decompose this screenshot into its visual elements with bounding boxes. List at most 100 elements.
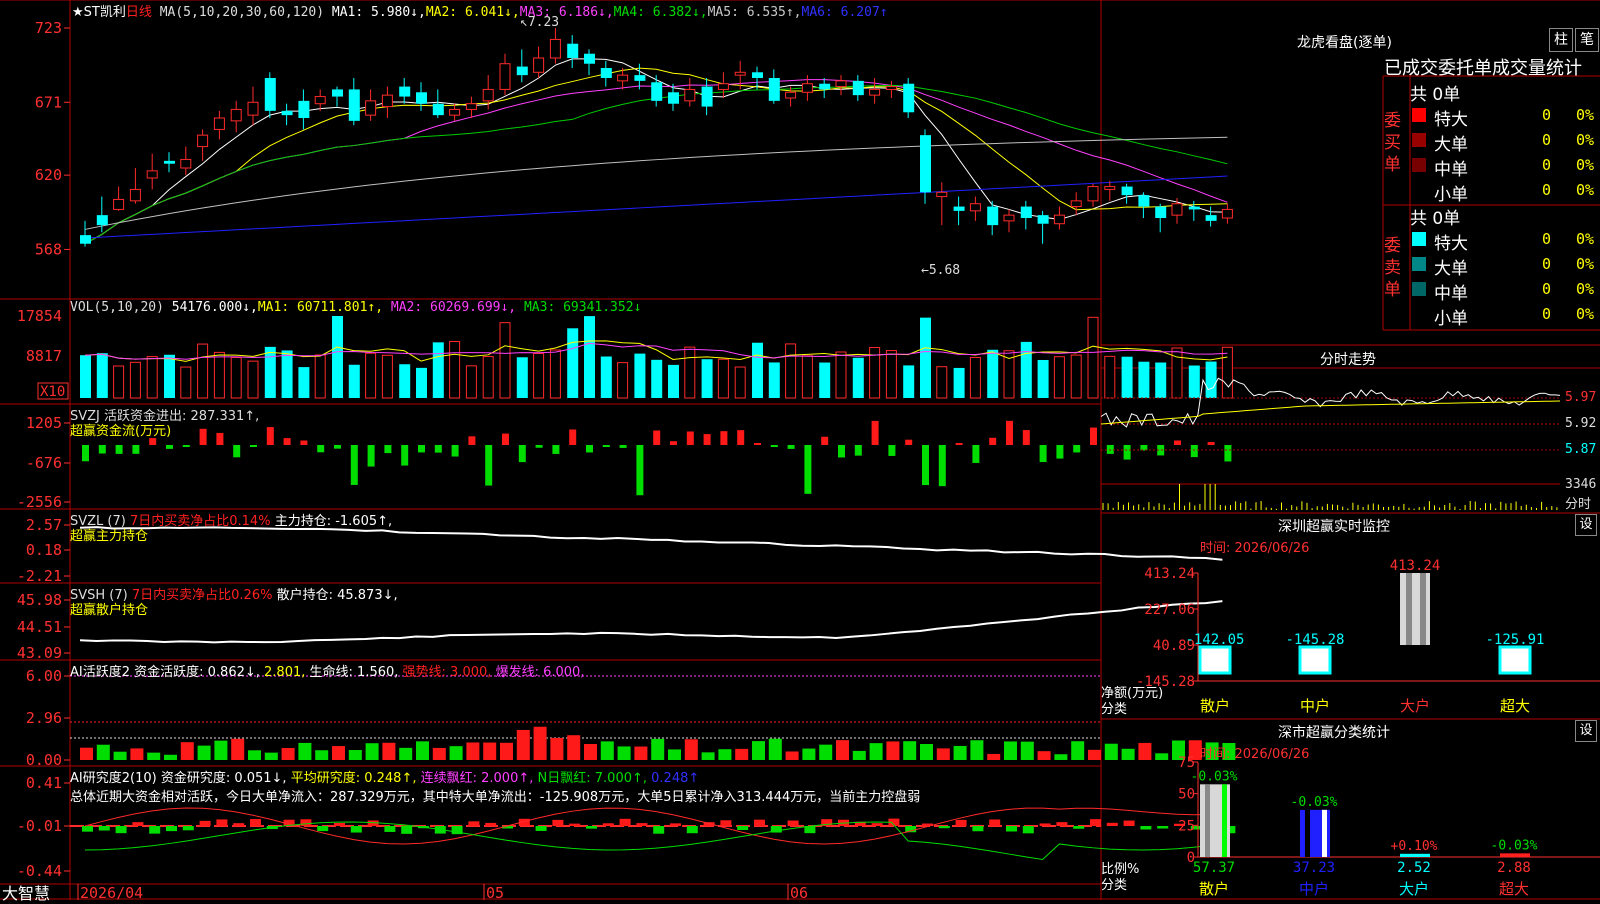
candle-body <box>584 53 595 64</box>
flow-bar <box>838 445 845 458</box>
sz-rt-settings-button[interactable]: 设 <box>1575 514 1597 536</box>
kline-chart-area[interactable]: 723671620568↖7.23←5.68178548817X101205-6… <box>0 0 1600 900</box>
candle-body <box>213 117 225 130</box>
volume-bar <box>717 358 729 399</box>
sz-cls-category-label: 大户 <box>1399 880 1429 898</box>
flow-bar <box>922 445 929 486</box>
ai2-bar <box>670 823 681 826</box>
sz-cls-settings-button[interactable]: 设 <box>1575 720 1597 742</box>
sz-cls-change-label: -0.03% <box>1191 769 1238 784</box>
intraday-vol-tick: 3346 <box>1565 477 1597 492</box>
sz-cls-bar-shade <box>1305 809 1310 857</box>
sell-row-volume: 0 <box>1542 255 1552 273</box>
ai1-bar <box>1155 753 1169 760</box>
candle-body <box>1205 215 1217 221</box>
period-label[interactable]: 日线 <box>126 5 152 20</box>
ai2-bar <box>686 826 698 834</box>
volume-bar <box>634 353 646 398</box>
tab-pen-button[interactable]: 笔 <box>1575 28 1599 52</box>
tab-bar-button[interactable]: 柱 <box>1549 28 1573 52</box>
ai1-bar <box>987 753 1001 760</box>
candle-body <box>516 66 528 76</box>
volume-bar <box>920 317 931 398</box>
ai2-y-tick: 0.41 <box>26 774 62 792</box>
ai2-bar <box>1090 819 1101 826</box>
candle-body <box>180 158 192 169</box>
ai1-bar <box>197 745 211 760</box>
volume-bar <box>584 316 595 398</box>
flow-bar <box>350 445 358 485</box>
sz-rt-bar-shade <box>1406 573 1412 646</box>
ai1-bar <box>1088 749 1101 760</box>
ai2-bar <box>485 822 497 826</box>
flow-bar <box>569 429 577 445</box>
ai2-bar <box>182 826 194 831</box>
ai1-bar <box>903 741 917 760</box>
ma6-value: MA6: 6.207↑ <box>801 5 888 20</box>
sz-cls-bar <box>1500 853 1530 857</box>
volume-bar <box>197 343 209 399</box>
candle-body <box>969 203 981 212</box>
sell-row-name: 大单 <box>1434 259 1468 279</box>
sell-group-label: 委卖单 <box>1384 236 1401 300</box>
svzl-y-tick: 2.57 <box>26 516 62 534</box>
sz-rt-category-label: 大户 <box>1400 697 1430 715</box>
ai1-bar <box>886 741 900 760</box>
volume-bar <box>936 366 948 399</box>
buy-row-percent: 0% <box>1576 181 1595 199</box>
candle-body <box>365 100 377 116</box>
volume-bar <box>953 367 965 398</box>
flow-bar <box>552 445 560 454</box>
volume-bar <box>96 353 108 398</box>
sz-cls-category-label: 散户 <box>1199 880 1229 898</box>
candle-body <box>903 83 915 113</box>
ai1-burst: 爆发线: 6.000, <box>495 665 585 680</box>
sz-cls-value-label: 2.52 <box>1397 860 1431 876</box>
flow-bar <box>770 445 778 447</box>
ai2-bar <box>754 819 765 826</box>
flow-bar <box>670 441 677 445</box>
sell-row-volume: 0 <box>1542 280 1552 298</box>
candle-body <box>1188 206 1200 210</box>
ai1-bar <box>365 743 379 760</box>
sz-rt-value-label: -125.91 <box>1485 632 1544 648</box>
candle-body <box>734 71 746 76</box>
candle-body <box>482 88 494 102</box>
sz-cls-bar <box>1400 853 1430 857</box>
sz-rt-category-label: 中户 <box>1300 697 1330 715</box>
candle-body <box>432 103 444 116</box>
ai1-bar <box>164 754 177 760</box>
candle-body <box>416 92 427 104</box>
flow-bar <box>1090 427 1097 445</box>
ai1-bar <box>970 740 984 760</box>
candle-body <box>96 215 108 226</box>
ai1-bar <box>567 735 581 760</box>
ai2-bar <box>132 822 144 826</box>
volume-bar <box>852 357 864 398</box>
sell-row-name: 小单 <box>1434 309 1468 329</box>
candle-body <box>247 101 259 116</box>
flow-bar <box>972 445 980 463</box>
ai2-bar <box>1140 826 1152 830</box>
volume-bar <box>1221 346 1233 399</box>
candle-body <box>281 110 293 116</box>
ai1-bar <box>651 738 665 760</box>
ai1-bar <box>432 747 446 760</box>
volume-bar <box>885 350 897 399</box>
flow-bar <box>182 445 190 447</box>
candle-body <box>332 89 343 97</box>
stock-title[interactable]: ★ST凯利 <box>72 5 126 20</box>
sz-cls-category-label: 中户 <box>1299 880 1329 898</box>
svzj-y-tick: -676 <box>26 454 62 472</box>
candle-body <box>314 96 326 105</box>
volume-bar <box>332 316 343 398</box>
volume-bar <box>617 362 629 399</box>
ai1-bar <box>920 744 933 760</box>
flow-bar <box>535 445 543 448</box>
ai1-val2: 2.801, <box>264 665 306 680</box>
sz-cls-value-label: 2.88 <box>1497 860 1531 876</box>
ai2-header: AI研究度2(10) 资金研究度: 0.051↓, 平均研究度: 0.248↑,… <box>70 767 699 786</box>
ai1-y-tick: 6.00 <box>26 667 62 685</box>
svzj-y-tick: 1205 <box>26 414 62 432</box>
sell-row-volume: 0 <box>1542 230 1552 248</box>
